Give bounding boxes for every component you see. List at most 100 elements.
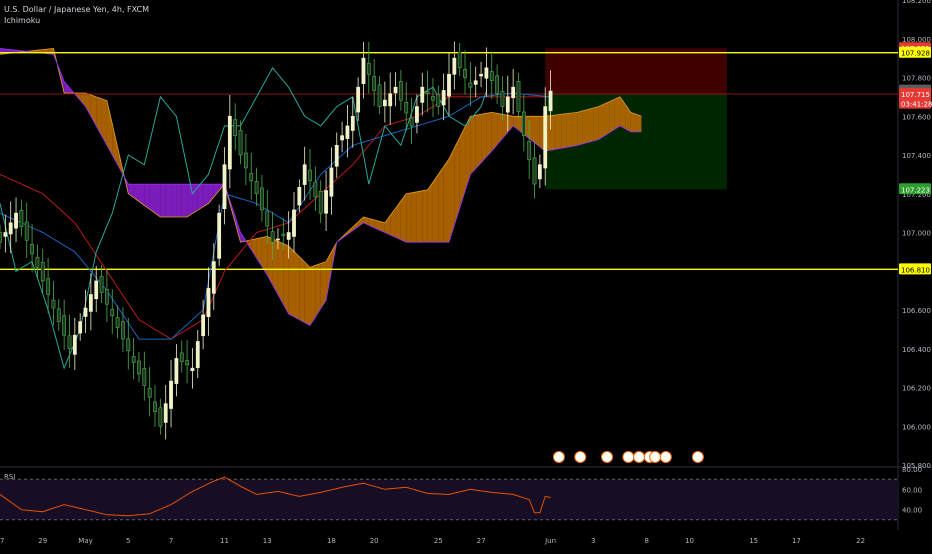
cloud-segment <box>315 263 321 318</box>
candle <box>254 181 259 195</box>
cloud-segment <box>203 184 209 207</box>
candle <box>35 257 40 268</box>
time-tick-label: 22 <box>856 537 865 545</box>
candle <box>206 287 211 318</box>
price-tick-label: 106.200 <box>902 385 931 393</box>
candle <box>532 157 537 185</box>
candle <box>318 190 323 214</box>
candle <box>211 261 216 294</box>
candle <box>452 57 457 75</box>
economic-event-icon[interactable] <box>622 451 635 463</box>
candle <box>388 93 393 107</box>
economic-event-icon[interactable] <box>601 451 614 463</box>
candle <box>260 187 264 211</box>
candle <box>190 367 195 371</box>
candle <box>88 294 93 312</box>
candle <box>468 82 473 88</box>
candle <box>372 76 377 91</box>
cloud-segment <box>534 116 540 147</box>
candle <box>366 62 371 75</box>
time-tick-label: May <box>78 537 92 545</box>
price-label: 107.928 <box>901 50 930 58</box>
candle <box>158 407 163 427</box>
economic-event-icon[interactable] <box>659 451 672 463</box>
price-label: 03:41:28 <box>901 101 932 109</box>
cloud-segment <box>85 93 91 117</box>
candle <box>51 299 56 309</box>
cloud-segment <box>310 265 316 326</box>
price-label: 107.223 <box>901 186 930 194</box>
candle <box>420 86 425 103</box>
candle <box>340 135 344 141</box>
chart-root: 108.200 108.000 107.800 107.600 107.400 107.2… <box>0 0 932 550</box>
cloud-segment <box>438 166 444 243</box>
time-tick-label: 18 <box>327 537 336 545</box>
candle <box>409 117 414 127</box>
cloud-segment <box>593 106 599 141</box>
candle <box>153 401 157 413</box>
candle <box>46 278 51 295</box>
cloud-segment <box>299 256 305 323</box>
price-tick-label: 107.800 <box>902 75 931 83</box>
candle <box>548 90 553 112</box>
economic-event-icon[interactable] <box>633 451 646 463</box>
candle <box>527 140 532 161</box>
candle <box>516 81 521 112</box>
cloud-segment <box>390 208 396 238</box>
candle <box>238 130 243 156</box>
candle <box>174 358 179 384</box>
candle <box>350 115 355 131</box>
cloud-segment <box>486 112 492 157</box>
cloud-segment <box>481 113 487 163</box>
candle <box>324 190 328 214</box>
candle <box>382 99 387 107</box>
time-tick-label: Jun <box>544 537 556 545</box>
cloud-segment <box>587 108 594 143</box>
cloud-segment <box>459 126 466 209</box>
candle <box>62 315 67 336</box>
stop-loss-zone[interactable] <box>545 48 727 94</box>
price-tick-label: 107.400 <box>902 152 931 160</box>
cloud-segment <box>630 112 637 132</box>
cloud-segment <box>160 184 166 217</box>
candle <box>265 210 270 227</box>
cloud-segment <box>465 116 471 192</box>
cloud-segment <box>566 113 572 148</box>
candle <box>147 387 152 398</box>
economic-event-icon[interactable] <box>552 451 565 463</box>
cloud-segment <box>197 184 204 211</box>
candle <box>78 321 83 334</box>
cloud-segment <box>251 238 257 259</box>
candle <box>8 222 13 235</box>
candle <box>169 380 173 409</box>
candle <box>94 280 99 300</box>
cloud-segment <box>577 110 583 146</box>
candle <box>297 186 302 206</box>
candle <box>163 403 168 423</box>
cloud-segment <box>155 184 161 217</box>
cloud-segment <box>614 96 621 130</box>
time-tick-label: 25 <box>434 537 443 545</box>
time-tick-label: 11 <box>220 537 229 545</box>
economic-event-icon[interactable] <box>691 451 704 463</box>
candle <box>329 167 334 197</box>
candle <box>431 96 435 101</box>
indicator-label: Ichimoku <box>4 16 41 25</box>
economic-event-icon[interactable] <box>649 451 662 463</box>
candle <box>270 231 275 243</box>
cloud-segment <box>470 115 476 175</box>
candle <box>195 341 200 369</box>
candle <box>495 75 500 94</box>
cloud-segment <box>609 99 615 133</box>
candle <box>121 321 125 340</box>
candle <box>227 115 232 170</box>
price-tick-label: 106.400 <box>902 346 931 354</box>
candle <box>393 86 398 94</box>
economic-event-icon[interactable] <box>574 451 587 463</box>
cloud-segment <box>561 113 567 149</box>
rsi-label: RSI <box>4 473 15 481</box>
chart-canvas[interactable]: 108.200108.000107.800107.600107.400107.2… <box>0 0 932 550</box>
candle <box>447 73 451 97</box>
candle <box>126 338 131 351</box>
price-tick-label: 106.600 <box>902 307 931 315</box>
